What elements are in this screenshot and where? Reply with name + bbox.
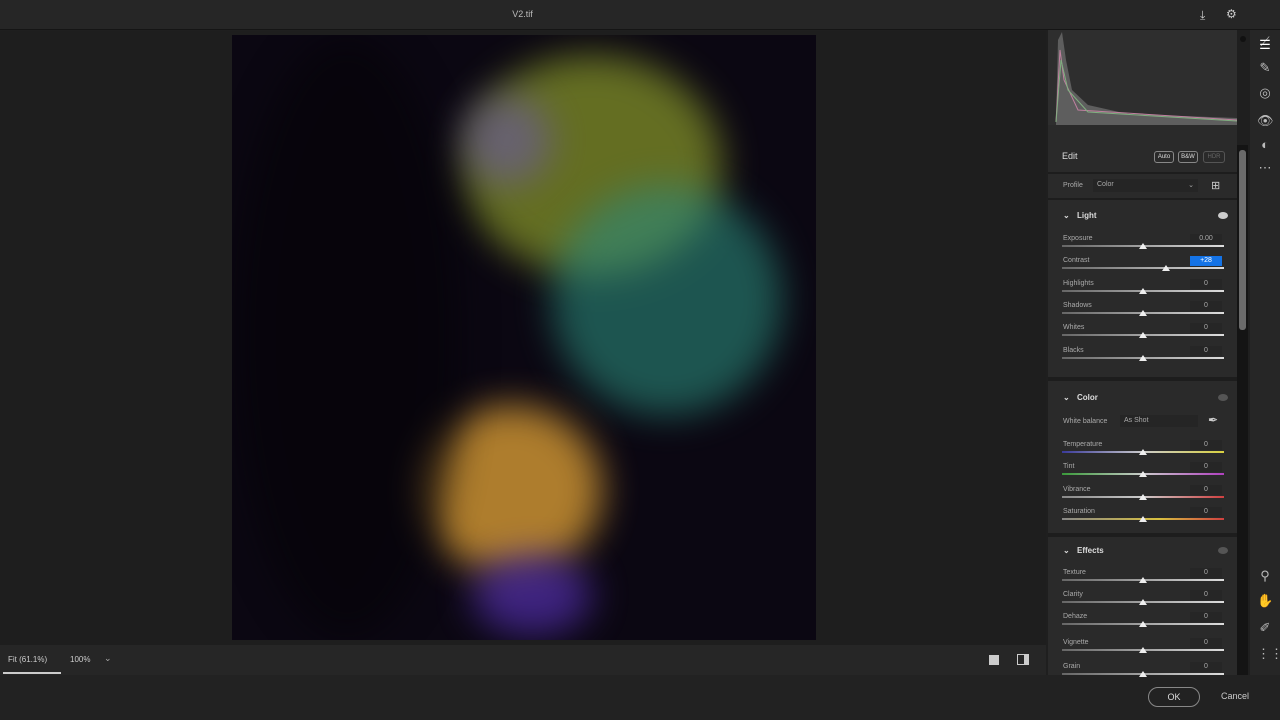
- slider-grain-value[interactable]: 0: [1190, 662, 1222, 672]
- histogram: [1048, 30, 1237, 125]
- masking-icon[interactable]: ◎: [1257, 85, 1273, 101]
- divider: [1048, 377, 1237, 381]
- scrollbar-thumb[interactable]: [1239, 150, 1246, 330]
- zoom-tool-icon[interactable]: ⚲: [1257, 568, 1273, 584]
- healing-brush-icon[interactable]: ✎: [1257, 60, 1273, 76]
- slider-highlights-thumb[interactable]: [1139, 288, 1147, 294]
- slider-clarity-label: Clarity: [1063, 591, 1083, 598]
- slider-shadows-thumb[interactable]: [1139, 310, 1147, 316]
- color-sampler-icon[interactable]: ✐: [1257, 620, 1273, 636]
- divider: [1048, 533, 1237, 537]
- profile-label: Profile: [1063, 182, 1083, 189]
- slider-temperature-label: Temperature: [1063, 441, 1103, 448]
- edit-sliders-icon[interactable]: ☰: [1257, 37, 1273, 53]
- slider-texture-value[interactable]: 0: [1190, 568, 1222, 578]
- slider-vibrance-thumb[interactable]: [1139, 494, 1147, 500]
- presets-icon[interactable]: ◐: [1257, 137, 1273, 153]
- slider-blacks-label: Blacks: [1063, 347, 1084, 354]
- slider-exposure-value[interactable]: 0.00: [1190, 234, 1222, 244]
- slider-texture-thumb[interactable]: [1139, 577, 1147, 583]
- slider-tint-value[interactable]: 0: [1190, 462, 1222, 472]
- slider-highlights-label: Highlights: [1063, 280, 1094, 287]
- tool-strip: ⟋ ☰ ✎ ◎ 👁 ◐ ⋯ ⚲ ✋ ✐ ⋮⋮: [1240, 30, 1280, 675]
- slider-whites-value[interactable]: 0: [1190, 323, 1222, 333]
- hdr-button[interactable]: HDR: [1203, 151, 1225, 163]
- single-view-icon[interactable]: [989, 655, 999, 665]
- slider-vibrance-label: Vibrance: [1063, 486, 1091, 493]
- cancel-button[interactable]: Cancel: [1221, 691, 1249, 701]
- section-effects-title[interactable]: Effects: [1077, 546, 1104, 555]
- slider-vibrance-value[interactable]: 0: [1190, 485, 1222, 495]
- bw-button[interactable]: B&W: [1178, 151, 1198, 163]
- more-icon[interactable]: ⋯: [1257, 160, 1273, 176]
- auto-button[interactable]: Auto: [1154, 151, 1174, 163]
- save-icon[interactable]: ⤓: [1200, 8, 1205, 23]
- section-light-visibility-icon[interactable]: [1218, 212, 1228, 219]
- slider-saturation-thumb[interactable]: [1139, 516, 1147, 522]
- grid-overlay-icon[interactable]: ⋮⋮: [1257, 646, 1280, 662]
- slider-temperature-value[interactable]: 0: [1190, 440, 1222, 450]
- red-eye-icon[interactable]: 👁: [1257, 113, 1274, 129]
- slider-shadows-value[interactable]: 0: [1190, 301, 1222, 311]
- profile-value: Color: [1097, 181, 1114, 188]
- slider-highlights-value[interactable]: 0: [1190, 279, 1222, 289]
- fit-zoom-button[interactable]: Fit (61.1%): [8, 655, 47, 664]
- section-effects-chevron-icon[interactable]: ⌄: [1063, 546, 1070, 555]
- slider-grain-label: Grain: [1063, 663, 1081, 670]
- ok-button[interactable]: OK: [1148, 687, 1200, 707]
- compare-view-icon[interactable]: [1017, 654, 1029, 665]
- zoom-100-button[interactable]: 100%: [70, 655, 90, 664]
- slider-dehaze-label: Dehaze: [1063, 613, 1088, 620]
- slider-tint-label: Tint: [1063, 463, 1075, 470]
- edit-title: Edit: [1062, 151, 1078, 161]
- slider-clarity-thumb[interactable]: [1139, 599, 1147, 605]
- slider-contrast-track[interactable]: [1062, 267, 1224, 269]
- section-color-visibility-icon[interactable]: [1218, 394, 1228, 401]
- profile-dropdown[interactable]: Color ⌄: [1093, 179, 1198, 192]
- slider-clarity-value[interactable]: 0: [1190, 590, 1222, 600]
- section-light-title[interactable]: Light: [1077, 211, 1097, 220]
- slider-contrast-value[interactable]: +28: [1190, 256, 1222, 266]
- slider-blacks-thumb[interactable]: [1139, 355, 1147, 361]
- slider-vignette-thumb[interactable]: [1139, 647, 1147, 653]
- slider-exposure-thumb[interactable]: [1139, 243, 1147, 249]
- eyedropper-icon[interactable]: ✒: [1208, 413, 1218, 427]
- section-effects-visibility-icon[interactable]: [1218, 547, 1228, 554]
- nebula-photo[interactable]: [232, 35, 816, 640]
- slider-vignette-value[interactable]: 0: [1190, 638, 1222, 648]
- slider-whites-label: Whites: [1063, 324, 1085, 331]
- slider-texture-label: Texture: [1063, 569, 1086, 576]
- slider-contrast-label: Contrast: [1063, 257, 1090, 264]
- zoom-dropdown-icon[interactable]: ⌄: [104, 653, 112, 664]
- slider-exposure-label: Exposure: [1063, 235, 1093, 242]
- footer: [0, 675, 1280, 720]
- indicator-dot: [1240, 36, 1246, 42]
- slider-whites-thumb[interactable]: [1139, 332, 1147, 338]
- slider-vignette-label: Vignette: [1063, 639, 1089, 646]
- slider-blacks-value[interactable]: 0: [1190, 346, 1222, 356]
- slider-dehaze-thumb[interactable]: [1139, 621, 1147, 627]
- fit-underline: [3, 672, 61, 674]
- white-balance-dropdown[interactable]: As Shot: [1120, 415, 1198, 427]
- document-title: V2.tif: [512, 9, 533, 19]
- section-color-title[interactable]: Color: [1077, 393, 1098, 402]
- slider-contrast-thumb[interactable]: [1161, 265, 1170, 271]
- section-color-chevron-icon[interactable]: ⌄: [1063, 393, 1070, 402]
- slider-tint-thumb[interactable]: [1139, 471, 1147, 477]
- bottom-bar: [0, 645, 1046, 675]
- slider-grain-thumb[interactable]: [1139, 671, 1147, 677]
- gear-icon[interactable]: ⚙: [1226, 7, 1237, 21]
- slider-dehaze-value[interactable]: 0: [1190, 612, 1222, 622]
- slider-temperature-thumb[interactable]: [1139, 449, 1147, 455]
- section-light-chevron-icon[interactable]: ⌄: [1063, 211, 1070, 220]
- white-balance-label: White balance: [1063, 418, 1108, 425]
- slider-shadows-label: Shadows: [1063, 302, 1092, 309]
- profile-browser-icon[interactable]: ⊞: [1211, 179, 1220, 192]
- hand-tool-icon[interactable]: ✋: [1257, 593, 1273, 609]
- slider-saturation-label: Saturation: [1063, 508, 1095, 515]
- slider-saturation-value[interactable]: 0: [1190, 507, 1222, 517]
